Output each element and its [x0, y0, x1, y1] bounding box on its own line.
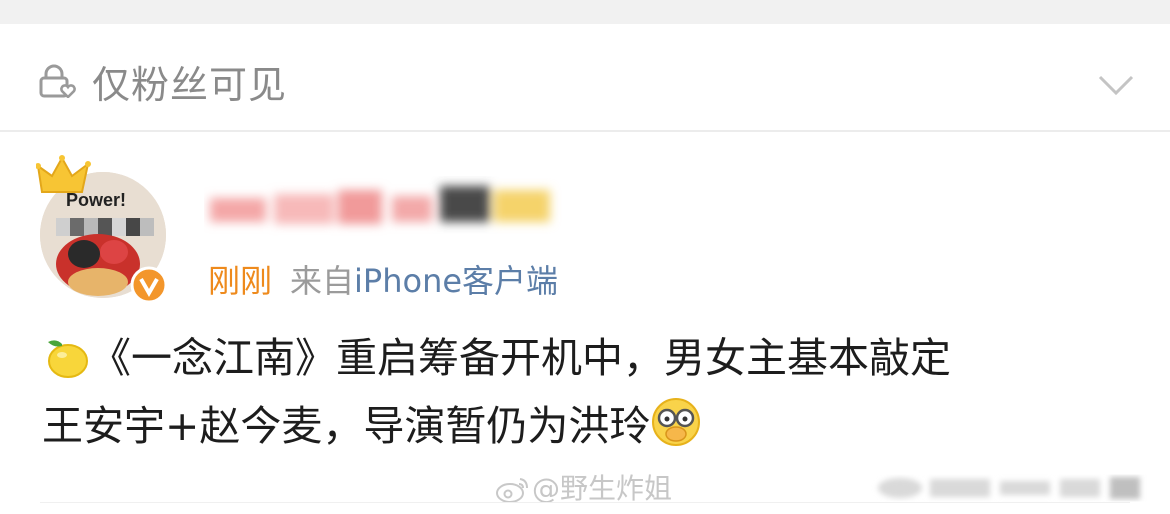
- watermark: @野生炸姐: [494, 467, 672, 507]
- source-prefix: 来自: [290, 262, 355, 300]
- post-text: 《一念江南》重启筹备开机中，男女主基本敲定 王安宇+赵今麦，导演暂仍为洪玲: [42, 324, 1142, 460]
- avatar[interactable]: Power!: [32, 154, 182, 304]
- lock-heart-icon: [39, 64, 76, 98]
- top-gap: [0, 0, 1170, 24]
- bottom-divider: [40, 502, 1130, 503]
- avatar-badge-text: Power!: [66, 190, 127, 210]
- post-card: 仅粉丝可见 Power! 刚刚 来自iPhone客户端 《一念江南》重启筹备开机…: [0, 24, 1170, 514]
- post-time: 刚刚: [208, 262, 273, 300]
- weibo-logo-icon: [496, 478, 528, 503]
- visibility-header[interactable]: 仅粉丝可见: [0, 24, 1170, 130]
- chevron-down-icon[interactable]: [1096, 72, 1136, 98]
- watermark-text: @野生炸姐: [532, 472, 673, 505]
- divider: [0, 130, 1170, 132]
- visibility-label: 仅粉丝可见: [92, 63, 288, 107]
- post-meta: 刚刚 来自iPhone客户端: [208, 256, 558, 302]
- lemon-icon: [48, 340, 88, 378]
- post-line-1: 《一念江南》重启筹备开机中，男女主基本敲定: [42, 324, 1142, 392]
- source-link[interactable]: iPhone客户端: [354, 262, 558, 300]
- post-text-line-2: 王安宇+赵今麦，导演暂仍为洪玲: [42, 402, 651, 450]
- post-text-line-1: 《一念江南》重启筹备开机中，男女主基本敲定: [90, 334, 951, 382]
- watermark-blur: [878, 477, 1140, 499]
- author-name-redacted[interactable]: [204, 176, 564, 236]
- post-line-2: 王安宇+赵今麦，导演暂仍为洪玲: [42, 392, 1142, 460]
- covering-eyes-face-icon: [652, 398, 701, 446]
- verified-v-icon: [130, 266, 168, 304]
